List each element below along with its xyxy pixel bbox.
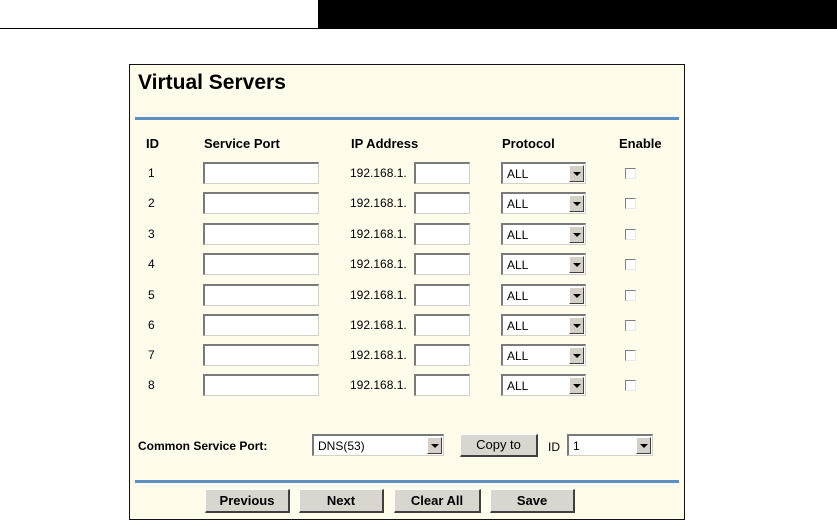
- ip-suffix-input[interactable]: [414, 344, 470, 366]
- header-protocol: Protocol: [502, 136, 555, 151]
- ip-suffix-input[interactable]: [414, 314, 470, 336]
- enable-checkbox[interactable]: [625, 350, 636, 361]
- ip-suffix-input[interactable]: [414, 284, 470, 306]
- common-service-port-select[interactable]: DNS(53): [312, 434, 444, 456]
- protocol-select[interactable]: ALL: [501, 162, 586, 184]
- protocol-select[interactable]: ALL: [501, 192, 586, 214]
- chevron-down-icon[interactable]: [427, 437, 442, 454]
- chevron-down-icon[interactable]: [569, 347, 584, 364]
- chevron-down-icon[interactable]: [569, 287, 584, 304]
- chevron-down-icon[interactable]: [569, 165, 584, 182]
- protocol-value: ALL: [507, 349, 529, 363]
- previous-button[interactable]: Previous: [205, 489, 290, 513]
- chevron-down-icon[interactable]: [569, 226, 584, 243]
- enable-checkbox[interactable]: [625, 290, 636, 301]
- chevron-down-icon[interactable]: [569, 377, 584, 394]
- service-port-input[interactable]: [203, 344, 319, 366]
- chevron-down-icon[interactable]: [569, 256, 584, 273]
- row-id: 4: [148, 257, 155, 271]
- enable-checkbox[interactable]: [625, 320, 636, 331]
- footer-divider: [135, 480, 679, 483]
- table-row: 2 192.168.1. ALL: [130, 192, 684, 216]
- ip-prefix: 192.168.1.: [350, 378, 407, 392]
- row-id: 6: [148, 318, 155, 332]
- enable-checkbox[interactable]: [625, 259, 636, 270]
- table-row: 3 192.168.1. ALL: [130, 223, 684, 247]
- service-port-input[interactable]: [203, 284, 319, 306]
- row-id: 8: [148, 378, 155, 392]
- protocol-select[interactable]: ALL: [501, 344, 586, 366]
- ip-prefix: 192.168.1.: [350, 257, 407, 271]
- copy-id-label: ID: [548, 440, 560, 454]
- header-enable: Enable: [619, 136, 662, 151]
- service-port-input[interactable]: [203, 314, 319, 336]
- ip-suffix-input[interactable]: [414, 162, 470, 184]
- title-divider: [135, 117, 679, 120]
- header-service-port: Service Port: [204, 136, 280, 151]
- header-ip-address: IP Address: [351, 136, 419, 151]
- ip-prefix: 192.168.1.: [350, 196, 407, 210]
- protocol-value: ALL: [507, 258, 529, 272]
- row-id: 3: [148, 227, 155, 241]
- copy-id-select[interactable]: 1: [567, 434, 653, 456]
- protocol-value: ALL: [507, 197, 529, 211]
- ip-prefix: 192.168.1.: [350, 318, 407, 332]
- common-service-port-value: DNS(53): [318, 439, 365, 453]
- service-port-input[interactable]: [203, 253, 319, 275]
- protocol-value: ALL: [507, 167, 529, 181]
- protocol-select[interactable]: ALL: [501, 314, 586, 336]
- protocol-select[interactable]: ALL: [501, 374, 586, 396]
- next-button[interactable]: Next: [299, 489, 384, 513]
- page-title: Virtual Servers: [138, 71, 286, 94]
- service-port-input[interactable]: [203, 223, 319, 245]
- ip-prefix: 192.168.1.: [350, 227, 407, 241]
- header-bar: [318, 0, 837, 28]
- virtual-servers-panel: Virtual Servers ID Service Port IP Addre…: [129, 64, 685, 520]
- row-id: 5: [148, 288, 155, 302]
- ip-prefix: 192.168.1.: [350, 166, 407, 180]
- save-button[interactable]: Save: [490, 489, 575, 513]
- table-row: 6 192.168.1. ALL: [130, 314, 684, 338]
- ip-suffix-input[interactable]: [414, 374, 470, 396]
- enable-checkbox[interactable]: [625, 168, 636, 179]
- protocol-select[interactable]: ALL: [501, 253, 586, 275]
- table-row: 1 192.168.1. ALL: [130, 162, 684, 186]
- protocol-value: ALL: [507, 319, 529, 333]
- header-id: ID: [146, 136, 159, 151]
- row-id: 2: [148, 196, 155, 210]
- row-id: 7: [148, 348, 155, 362]
- enable-checkbox[interactable]: [625, 198, 636, 209]
- table-row: 8 192.168.1. ALL: [130, 374, 684, 398]
- chevron-down-icon[interactable]: [569, 195, 584, 212]
- copy-to-button[interactable]: Copy to: [460, 434, 538, 457]
- protocol-select[interactable]: ALL: [501, 284, 586, 306]
- protocol-value: ALL: [507, 379, 529, 393]
- chevron-down-icon[interactable]: [569, 317, 584, 334]
- clear-all-button[interactable]: Clear All: [394, 489, 481, 513]
- ip-suffix-input[interactable]: [414, 192, 470, 214]
- table-row: 5 192.168.1. ALL: [130, 284, 684, 308]
- protocol-value: ALL: [507, 289, 529, 303]
- chevron-down-icon[interactable]: [636, 437, 651, 454]
- service-port-input[interactable]: [203, 374, 319, 396]
- service-port-input[interactable]: [203, 162, 319, 184]
- copy-id-value: 1: [573, 439, 580, 453]
- ip-suffix-input[interactable]: [414, 223, 470, 245]
- service-port-input[interactable]: [203, 192, 319, 214]
- ip-suffix-input[interactable]: [414, 253, 470, 275]
- table-row: 7 192.168.1. ALL: [130, 344, 684, 368]
- table-row: 4 192.168.1. ALL: [130, 253, 684, 277]
- ip-prefix: 192.168.1.: [350, 348, 407, 362]
- row-id: 1: [148, 166, 155, 180]
- protocol-select[interactable]: ALL: [501, 223, 586, 245]
- protocol-value: ALL: [507, 228, 529, 242]
- common-service-port-label: Common Service Port:: [138, 439, 268, 453]
- enable-checkbox[interactable]: [625, 380, 636, 391]
- enable-checkbox[interactable]: [625, 229, 636, 240]
- ip-prefix: 192.168.1.: [350, 288, 407, 302]
- header-rule: [0, 28, 837, 29]
